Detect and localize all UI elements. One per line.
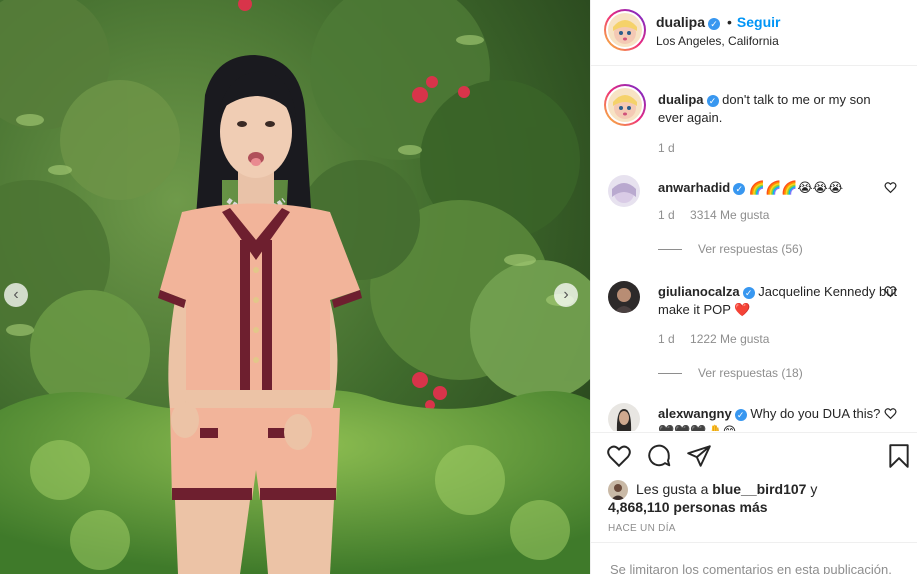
view-replies-button[interactable]: Ver respuestas (18) [658,366,803,380]
view-replies-label[interactable]: Ver respuestas (18) [698,366,803,380]
author-username[interactable]: dualipa ✓ [656,14,721,30]
save-button[interactable] [886,443,914,471]
post-timestamp[interactable]: HACE UN DÍA [608,523,676,534]
caption-avatar-ring[interactable] [604,84,646,126]
comments-list[interactable]: dualipa ✓ don't talk to me or my son ever… [591,67,917,431]
replies-line [658,249,682,251]
caption-time[interactable]: 1 d [658,141,675,155]
comment-body: giulianocalza ✓ Jacqueline Kennedy but ma… [658,283,898,319]
commenter-avatar[interactable] [608,175,640,207]
comment-username[interactable]: giulianocalza [658,284,740,299]
comment-time[interactable]: 1 d [658,208,675,222]
caption-avatar[interactable] [608,88,642,122]
commenter-avatar[interactable] [608,281,640,313]
carousel-prev-button[interactable]: ‹ [4,283,28,307]
separator-dot: • [727,14,732,30]
post-header: dualipa ✓ • Seguir Los Angeles, California [591,0,917,66]
heart-icon [884,286,897,298]
verified-badge-icon: ✓ [734,409,747,421]
carousel-next-button[interactable]: › [554,283,578,307]
comment-like-button[interactable] [884,285,897,301]
comment-like-button[interactable] [884,407,897,423]
comment-icon [648,444,671,467]
author-avatar[interactable] [608,13,642,47]
comment-username[interactable]: anwarhadid [658,180,730,195]
comment-likes[interactable]: 1222 Me gusta [690,332,769,346]
comment-username[interactable]: alexwangny [658,406,732,421]
verified-badge-icon: ✓ [708,18,721,30]
post-photo[interactable]: ‹ › [0,0,590,574]
comment-text: 🌈🌈🌈😭😭😭 [748,180,844,195]
likes-text: Les gusta a blue__bird107 y 4,868,110 pe… [608,481,818,515]
comment-body: alexwangny✓ Why do you DUA this? 🖤🖤🖤🤚😊 [658,405,898,431]
follow-button[interactable]: Seguir [737,14,781,30]
liked-count[interactable]: 4,868,110 personas más [608,499,768,515]
comment-button[interactable] [646,443,674,471]
caption-meta: 1 d [658,141,687,155]
comment-body: anwarhadid ✓ 🌈🌈🌈😭😭😭 [658,179,898,197]
chevron-left-icon: ‹ [13,286,19,303]
comment-meta: 1 d 1222 Me gusta [658,332,781,346]
comment-like-button[interactable] [884,181,897,197]
photo-image [0,0,590,574]
caption-body: dualipa ✓ don't talk to me or my son ever… [658,91,898,127]
author-avatar-ring[interactable] [604,9,646,51]
verified-badge-icon: ✓ [733,183,746,195]
post-side-panel: dualipa ✓ • Seguir Los Angeles, California [590,0,917,574]
paper-plane-icon [687,445,711,467]
commenter-avatar[interactable] [608,403,640,431]
replies-line [658,373,682,375]
share-button[interactable] [686,443,714,471]
verified-badge-icon: ✓ [706,95,719,107]
like-button[interactable] [606,443,634,471]
follow-area: • Seguir [727,14,780,30]
heart-icon [884,408,897,420]
bookmark-icon [889,444,909,468]
verified-badge-icon: ✓ [742,287,755,299]
chevron-right-icon: › [563,286,569,303]
comment-likes[interactable]: 3314 Me gusta [690,208,769,222]
comments-limited-notice: Se limitaron los comentarios en esta pub… [591,542,917,574]
location-link[interactable]: Los Angeles, California [656,34,779,48]
post-actions: Les gusta a blue__bird107 y 4,868,110 pe… [591,432,917,542]
comment-meta: 1 d 3314 Me gusta [658,208,781,222]
liker-avatar[interactable] [608,480,628,500]
view-replies-label[interactable]: Ver respuestas (56) [698,242,803,256]
view-replies-button[interactable]: Ver respuestas (56) [658,242,803,256]
liked-by-user[interactable]: blue__bird107 [712,481,806,497]
heart-icon [884,182,897,194]
caption-username[interactable]: dualipa [658,92,704,107]
comment-time[interactable]: 1 d [658,332,675,346]
heart-icon [607,445,631,468]
